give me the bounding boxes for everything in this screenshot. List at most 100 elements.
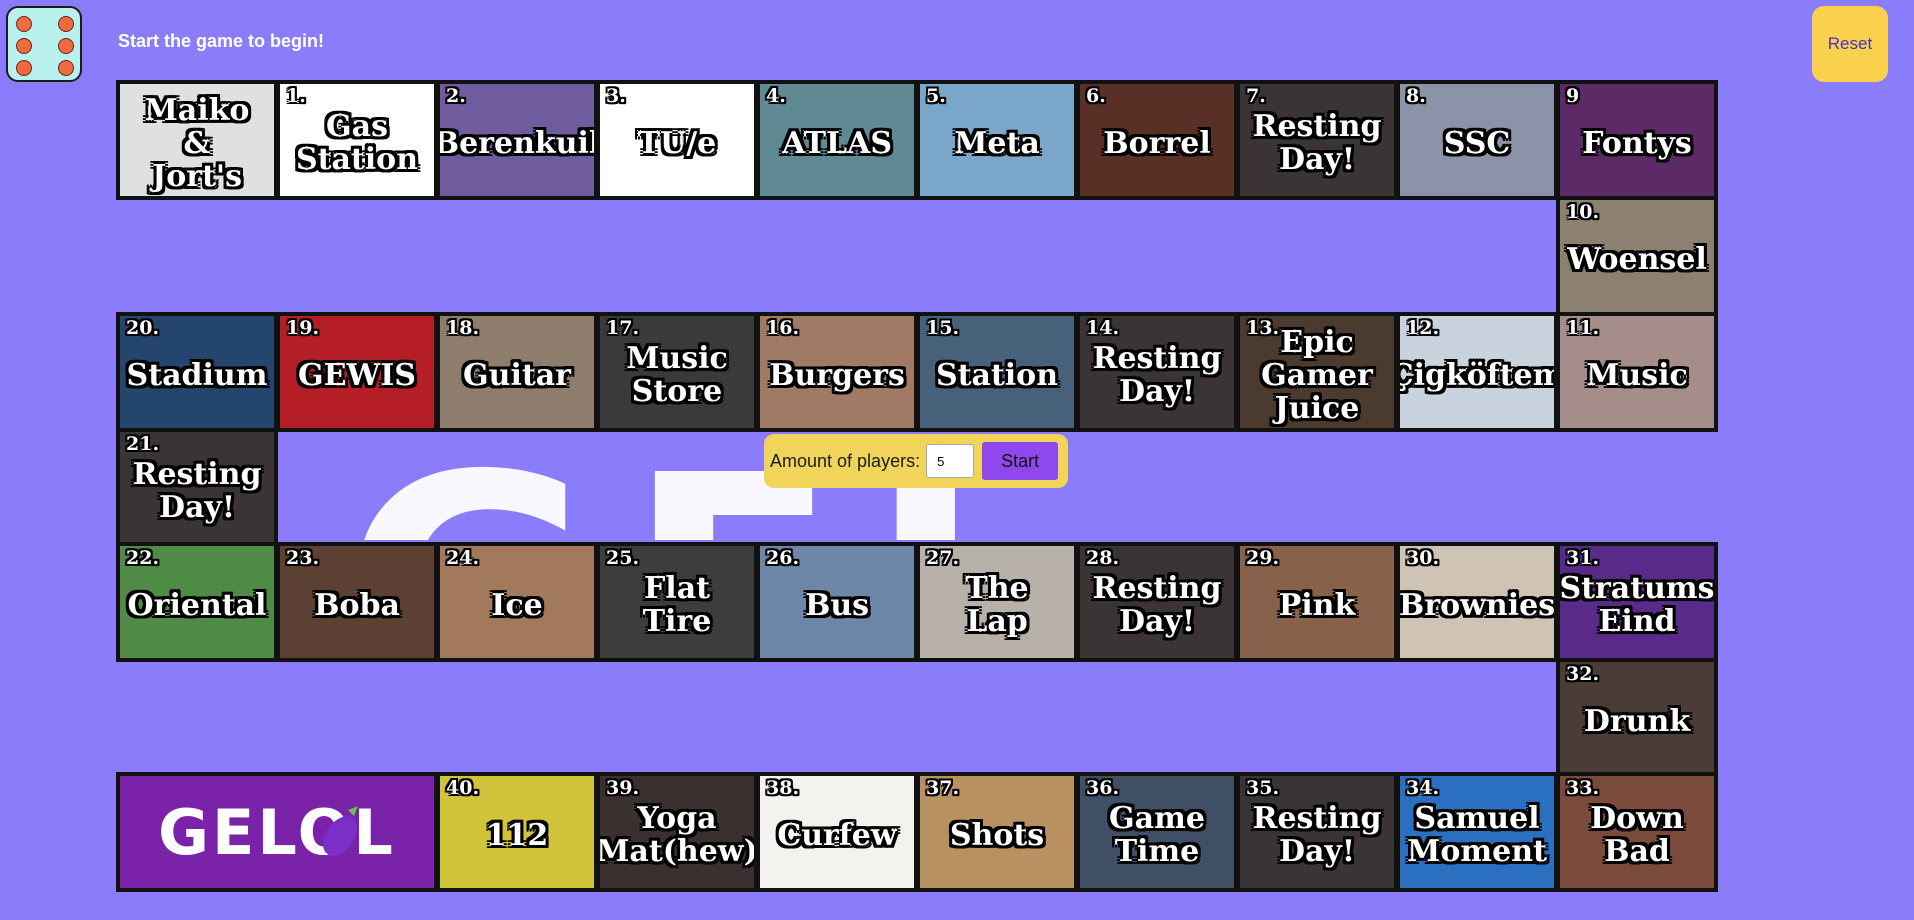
board-tile: 31. Stratums Eind (1560, 546, 1714, 658)
players-label: Amount of players: (770, 450, 921, 471)
tile-label: Burgers (769, 357, 905, 393)
tile-number: 1. (286, 85, 306, 107)
tile-label: Resting Day! (132, 457, 262, 525)
players-input[interactable] (926, 444, 975, 478)
tile-number: 6. (1086, 85, 1106, 107)
tile-number: 23. (286, 547, 320, 569)
board-tile: 18. Guitar (440, 316, 594, 428)
board-tile: 9 Fontys (1560, 84, 1714, 196)
tile-label: Down Bad (1590, 801, 1684, 869)
board-tile: 22. Oriental (120, 546, 274, 658)
tile-label: TU/e (637, 125, 717, 161)
board-tile: 26. Bus (760, 546, 914, 658)
tile-number: 31. (1566, 547, 1600, 569)
board-tile: 40. 112 (440, 776, 594, 888)
tile-number: 33. (1566, 777, 1600, 799)
tile-number: 15. (926, 317, 960, 339)
tile-number: 12. (1406, 317, 1440, 339)
board-tile: 36. Game Time (1080, 776, 1234, 888)
tile-label: ATLAS (782, 125, 892, 161)
tile-label: Curfew (777, 817, 897, 853)
tile-number: 32. (1566, 663, 1600, 685)
board-row-bottom: GELOL 40. 112 39. Yoga Mat(hew) 38. Curfew 37.… (116, 772, 1718, 892)
tile-label: The Lap (965, 571, 1029, 639)
tile-label: Brownies (1400, 587, 1554, 623)
tile-label: GEWIS (298, 357, 416, 393)
board-tile: 21. Resting Day! (120, 432, 274, 544)
die-pip (58, 16, 74, 32)
tile-number: 21. (126, 433, 160, 455)
board-tile: 39. Yoga Mat(hew) (600, 776, 754, 888)
board-tile: 15. Station (920, 316, 1074, 428)
board-row-top: Maiko & Jort's 1. Gas Station 2. Berenkuil 3.… (116, 80, 1718, 200)
die-pip (58, 38, 74, 54)
board-tile: 8. SSC (1400, 84, 1554, 196)
tile-label: Berenkuil (440, 125, 594, 161)
tile-label: Boba (314, 587, 400, 623)
tile-label: Music Store (626, 341, 728, 409)
board-tile: 30. Brownies (1400, 546, 1554, 658)
tile-number: 22. (126, 547, 160, 569)
tile-label: Pink (1278, 587, 1356, 623)
tile-label: Çigköftem (1400, 357, 1554, 393)
board-tile: 32. Drunk (1560, 662, 1714, 774)
tile-number: 26. (766, 547, 800, 569)
board-tile: 17. Music Store (600, 316, 754, 428)
die-pip (58, 60, 74, 76)
tile-number: 38. (766, 777, 800, 799)
tile-number: 11. (1566, 317, 1600, 339)
tile-label: Woensel (1567, 241, 1707, 277)
tile-label: Resting Day! (1252, 109, 1382, 177)
dice[interactable] (6, 6, 82, 82)
tile-label: SSC (1443, 125, 1511, 161)
reset-button[interactable]: Reset (1812, 6, 1888, 82)
start-button[interactable]: Start (982, 442, 1059, 480)
tile-number: 37. (926, 777, 960, 799)
die-pip (16, 60, 32, 76)
die-pip (16, 16, 32, 32)
tile-label: Resting Day! (1252, 801, 1382, 869)
tile-number: 35. (1246, 777, 1280, 799)
board-tile: 2. Berenkuil (440, 84, 594, 196)
tile-label: Station (935, 357, 1059, 393)
tile-number: 28. (1086, 547, 1120, 569)
tile-label: Drunk (1583, 703, 1691, 739)
board-tile: 14. Resting Day! (1080, 316, 1234, 428)
tile-number: 36. (1086, 777, 1120, 799)
tile-number: 17. (606, 317, 640, 339)
board-tile: 35. Resting Day! (1240, 776, 1394, 888)
eggplant-icon (322, 806, 358, 856)
tile-number: 10. (1566, 201, 1600, 223)
tile-label: Resting Day! (1092, 341, 1222, 409)
tile-number: 14. (1086, 317, 1120, 339)
board-tile: 23. Boba (280, 546, 434, 658)
board-tile: 7. Resting Day! (1240, 84, 1394, 196)
board-tile: 19. GEWIS (280, 316, 434, 428)
board-tile: Maiko & Jort's (120, 84, 274, 196)
tile-number: 27. (926, 547, 960, 569)
tile-label: Samuel Moment (1407, 801, 1547, 869)
tile-number: 40. (446, 777, 480, 799)
tile-number: 30. (1406, 547, 1440, 569)
tile-label: Stratums Eind (1560, 571, 1714, 639)
tile-number: 2. (446, 85, 466, 107)
board-tile: 34. Samuel Moment (1400, 776, 1554, 888)
tile-label: Stadium (126, 357, 268, 393)
tile-number: 25. (606, 547, 640, 569)
tile-number: 16. (766, 317, 800, 339)
board-tile: 4. ATLAS (760, 84, 914, 196)
tile-label: Oriental (127, 587, 267, 623)
board-tile: 13. Epic Gamer Juice (1240, 316, 1394, 428)
tile-label: Meta (954, 125, 1040, 161)
board-row-connector-right: 10. Woensel (1556, 196, 1718, 316)
tile-label: Music (1586, 357, 1688, 393)
die-pip (16, 38, 32, 54)
board-row-connector-right-2: 32. Drunk (1556, 658, 1718, 778)
board-tile: 1. Gas Station (280, 84, 434, 196)
tile-number: 18. (446, 317, 480, 339)
tile-label: Ice (491, 587, 543, 623)
board-tile: 27. The Lap (920, 546, 1074, 658)
board-tile: 29. Pink (1240, 546, 1394, 658)
board-tile: 33. Down Bad (1560, 776, 1714, 888)
tile-number: 9 (1566, 85, 1580, 107)
